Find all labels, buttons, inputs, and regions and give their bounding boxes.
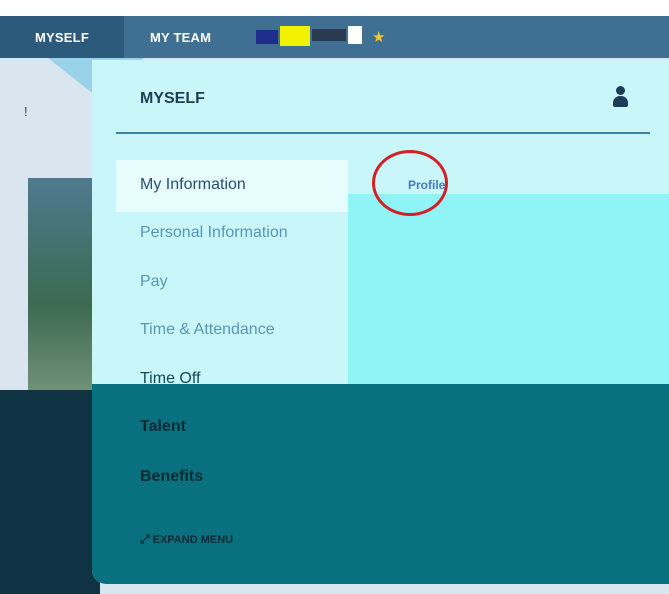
expand-menu-label: EXPAND MENU [152, 534, 234, 546]
background-photo [28, 178, 98, 408]
menu-item-time-attendance[interactable]: Time & Attendance [140, 321, 275, 339]
tab-myself[interactable]: MYSELF [0, 16, 124, 58]
top-navigation-bar: MYSELF MY TEAM ★ [0, 16, 669, 58]
menu-item-talent[interactable]: Talent [140, 418, 186, 436]
toolbar-icons[interactable] [256, 26, 366, 48]
highlight-circle-annotation [372, 150, 448, 216]
background-text-fragment: ! [24, 104, 28, 119]
submenu-area [348, 194, 669, 384]
menu-item-personal-information[interactable]: Personal Information [140, 224, 288, 242]
menu-divider [116, 132, 650, 134]
menu-item-my-information[interactable]: My Information [140, 176, 246, 194]
menu-title: MYSELF [140, 90, 205, 107]
background-dark-area [0, 390, 100, 594]
tab-my-team[interactable]: MY TEAM [150, 16, 211, 58]
menu-item-pay[interactable]: Pay [140, 273, 168, 291]
user-icon[interactable] [612, 86, 628, 110]
menu-item-benefits[interactable]: Benefits [140, 468, 203, 486]
expand-arrow-icon: ⤢ [140, 532, 150, 546]
myself-menu-panel: MYSELF My Information Personal Informati… [92, 60, 669, 584]
expand-menu-button[interactable]: ⤢ EXPAND MENU [140, 532, 233, 547]
star-icon[interactable]: ★ [372, 28, 385, 46]
menu-item-time-off[interactable]: Time Off [140, 370, 200, 388]
